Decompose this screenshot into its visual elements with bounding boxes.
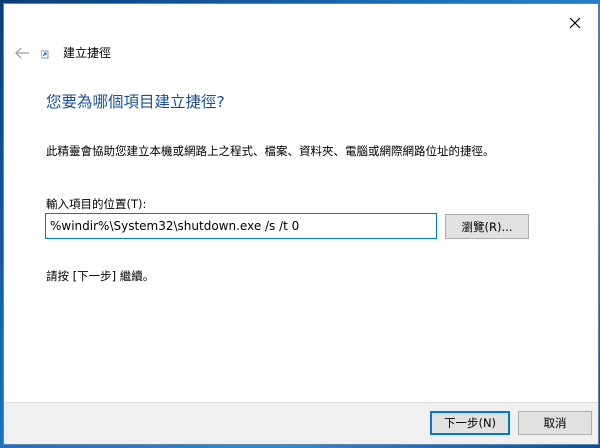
dialog-footer: 下一步(N) 取消	[4, 402, 598, 444]
page-heading: 您要為哪個項目建立捷徑?	[46, 93, 225, 111]
create-shortcut-dialog: 建立捷徑 您要為哪個項目建立捷徑? 此精靈會協助您建立本機或網路上之程式、檔案、…	[3, 3, 599, 445]
cancel-button[interactable]: 取消	[518, 411, 592, 435]
next-button[interactable]: 下一步(N)	[430, 411, 510, 435]
wizard-title: 建立捷徑	[63, 46, 112, 60]
back-button[interactable]	[10, 42, 34, 64]
location-label: 輸入項目的位置(T):	[46, 197, 147, 211]
browse-button[interactable]: 瀏覽(R)...	[445, 214, 529, 239]
location-input[interactable]	[45, 213, 437, 239]
continue-hint: 請按 [下一步] 繼續。	[46, 269, 155, 283]
shortcut-icon	[41, 50, 49, 59]
close-button[interactable]	[556, 8, 594, 38]
close-icon	[569, 17, 581, 29]
wizard-header: 建立捷徑	[4, 42, 598, 66]
wizard-description: 此精靈會協助您建立本機或網路上之程式、檔案、資料夾、電腦或網際網路位址的捷徑。	[46, 144, 495, 158]
back-arrow-icon	[15, 47, 29, 59]
